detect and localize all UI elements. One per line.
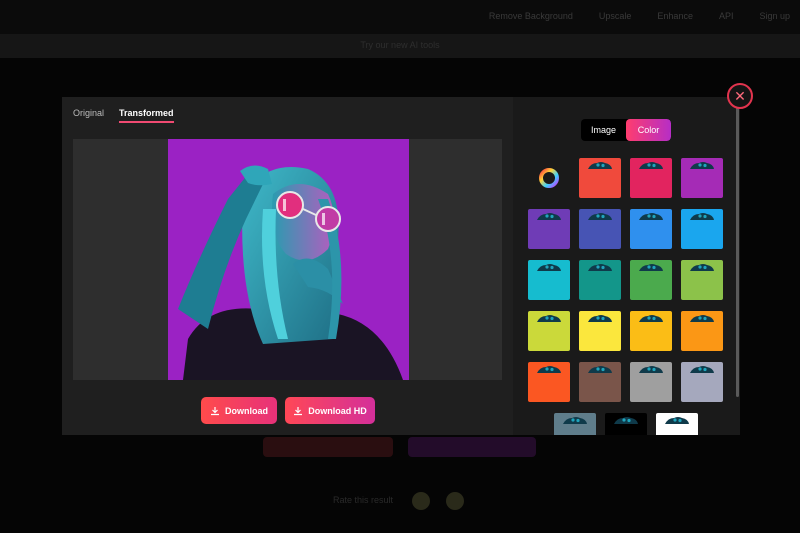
color-swatch[interactable] (579, 158, 621, 198)
color-swatch[interactable] (681, 260, 723, 300)
subject-thumbnail-icon (563, 417, 587, 424)
subject-thumbnail-icon (639, 162, 663, 169)
color-swatch[interactable] (681, 311, 723, 351)
color-swatch[interactable] (579, 311, 621, 351)
close-icon: ✕ (734, 87, 746, 104)
subject-thumbnail-icon (639, 366, 663, 373)
tab-original[interactable]: Original (73, 108, 104, 118)
subject-thumbnail-icon (690, 213, 714, 220)
subject-thumbnail-icon (537, 366, 561, 373)
background-announcement-text: Try our new AI tools (360, 40, 440, 50)
subject-thumbnail-icon (588, 264, 612, 271)
color-mode-button[interactable]: Color (626, 119, 671, 141)
preview-panel: Original Transformed Download Download H… (62, 97, 513, 435)
result-image (168, 139, 409, 380)
color-swatch[interactable] (528, 362, 570, 402)
background-button (263, 437, 393, 457)
portrait-illustration (178, 165, 403, 380)
color-swatch[interactable] (630, 209, 672, 249)
color-swatch[interactable] (528, 209, 570, 249)
color-swatch[interactable] (554, 413, 596, 435)
background-rate-icon (446, 492, 464, 510)
subject-thumbnail-icon (588, 366, 612, 373)
subject-thumbnail-icon (614, 417, 638, 424)
background-nav: Remove Background Upscale Enhance API Si… (489, 11, 790, 21)
subject-thumbnail-icon (537, 213, 561, 220)
subject-thumbnail-icon (537, 315, 561, 322)
subject-thumbnail-icon (537, 264, 561, 271)
background-nav-item: Sign up (759, 11, 790, 21)
download-icon (211, 406, 219, 415)
background-options-panel: Image Color (513, 97, 740, 435)
color-swatch[interactable] (630, 260, 672, 300)
download-label: Download (225, 405, 268, 416)
color-swatch[interactable] (681, 362, 723, 402)
color-swatch[interactable] (528, 260, 570, 300)
subject-thumbnail-icon (588, 162, 612, 169)
color-swatch[interactable] (630, 311, 672, 351)
color-swatch[interactable] (579, 209, 621, 249)
subject-thumbnail-icon (690, 315, 714, 322)
subject-thumbnail-icon (665, 417, 689, 424)
image-mode-button[interactable]: Image (581, 119, 626, 141)
subject-thumbnail-icon (690, 264, 714, 271)
close-button[interactable]: ✕ (727, 83, 753, 109)
download-button[interactable]: Download (201, 397, 277, 424)
background-nav-item: Enhance (657, 11, 693, 21)
background-nav-item: API (718, 11, 734, 21)
color-swatch[interactable] (579, 260, 621, 300)
color-swatch[interactable] (630, 362, 672, 402)
swatch-scrollbar[interactable] (736, 107, 739, 397)
subject-thumbnail-icon (690, 162, 714, 169)
download-hd-button[interactable]: Download HD (285, 397, 375, 424)
background-rate-icon (412, 492, 430, 510)
background-rate-text: Rate this result (333, 495, 394, 505)
result-modal: Original Transformed Download Download H… (62, 97, 740, 435)
download-hd-label: Download HD (308, 405, 367, 416)
subject-thumbnail-icon (639, 213, 663, 220)
color-picker-swatch[interactable] (528, 158, 570, 198)
subject-thumbnail-icon (588, 213, 612, 220)
color-swatch[interactable] (681, 209, 723, 249)
color-swatch[interactable] (630, 158, 672, 198)
background-nav-item: Upscale (598, 11, 632, 21)
color-swatch[interactable] (605, 413, 647, 435)
subject-thumbnail-icon (639, 264, 663, 271)
subject-thumbnail-icon (639, 315, 663, 322)
mode-toggle: Image Color (581, 119, 671, 141)
subject-thumbnail-icon (690, 366, 714, 373)
background-button (408, 437, 536, 457)
tab-transformed[interactable]: Transformed (119, 108, 174, 123)
color-swatch[interactable] (528, 311, 570, 351)
preview-canvas (73, 139, 502, 380)
color-wheel-icon (539, 168, 559, 188)
color-swatch[interactable] (656, 413, 698, 435)
background-nav-item: Remove Background (488, 11, 573, 21)
color-swatch[interactable] (579, 362, 621, 402)
download-icon (294, 406, 303, 415)
subject-thumbnail-icon (588, 315, 612, 322)
color-swatch[interactable] (681, 158, 723, 198)
